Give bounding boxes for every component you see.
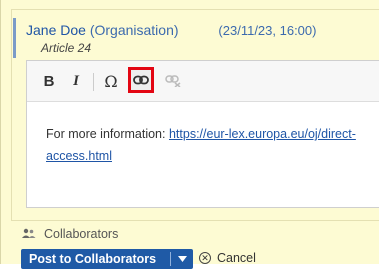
author-organisation: (Organisation) <box>89 22 179 38</box>
unlink-icon <box>165 75 181 87</box>
collaborators-text: Collaborators <box>44 227 119 241</box>
comment-header: Jane Doe (Organisation) (23/11/23, 16:00… <box>26 22 316 38</box>
special-character-button[interactable]: Ω <box>102 69 120 93</box>
close-circle-icon: ✕ <box>199 252 211 264</box>
comment-panel: Jane Doe (Organisation) (23/11/23, 16:00… <box>0 0 379 269</box>
italic-button[interactable]: I <box>69 69 83 93</box>
remove-link-button[interactable] <box>164 69 182 93</box>
comment-editor[interactable]: B I Ω For more information: https://eur-… <box>26 60 379 208</box>
bold-button[interactable]: B <box>41 69 57 93</box>
content-text: For more information: <box>46 127 169 141</box>
cancel-button[interactable]: ✕ Cancel <box>199 251 256 265</box>
toolbar-separator <box>93 73 94 91</box>
author-name[interactable]: Jane Doe <box>26 22 86 38</box>
editor-toolbar: B I Ω <box>27 61 379 102</box>
cancel-label: Cancel <box>217 251 256 265</box>
link-icon <box>133 75 149 85</box>
people-icon <box>22 227 36 241</box>
comment-rule <box>13 18 16 58</box>
insert-link-button[interactable] <box>128 67 154 93</box>
collaborators-label: Collaborators <box>22 227 118 241</box>
post-to-collaborators-button[interactable]: Post to Collaborators <box>21 249 193 269</box>
dropdown-caret-icon[interactable] <box>171 256 193 262</box>
comment-timestamp: (23/11/23, 16:00) <box>218 23 317 38</box>
editor-content[interactable]: For more information: https://eur-lex.eu… <box>46 123 379 167</box>
article-reference: Article 24 <box>41 41 92 55</box>
